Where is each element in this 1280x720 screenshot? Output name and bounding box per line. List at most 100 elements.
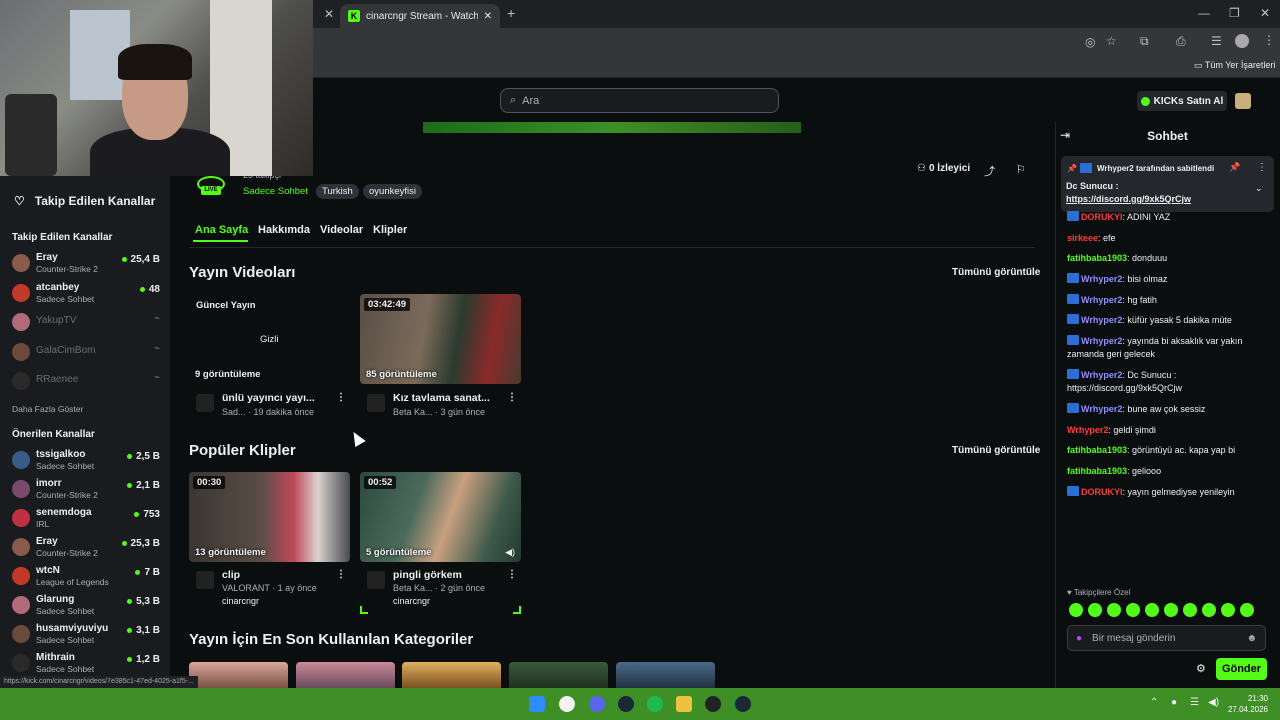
sidebar-channel[interactable]: Mithrain Sadece Sohbet 1,2 B [12, 652, 160, 678]
emote-icon[interactable] [1069, 603, 1083, 617]
steam-icon[interactable] [618, 696, 634, 712]
mic-icon[interactable]: ● [1076, 633, 1082, 644]
chat-username[interactable]: Wrhyper2 [1081, 336, 1122, 346]
sidebar-channel[interactable]: imorr Counter-Strike 2 2,1 B [12, 478, 160, 504]
emote-icon[interactable] [1088, 603, 1102, 617]
sidebar-channel[interactable]: Eray Counter-Strike 2 25,3 B [12, 536, 160, 562]
emote-icon[interactable] [1240, 603, 1254, 617]
emote-icon[interactable] [1183, 603, 1197, 617]
tab-home[interactable]: Ana Sayfa [195, 224, 248, 236]
video-title[interactable]: ünlü yayıncı yayı... [222, 392, 315, 404]
sidebar-title[interactable]: ♡ Takip Edilen Kanallar [14, 194, 155, 208]
profile-avatar[interactable] [1235, 34, 1249, 48]
category-card[interactable] [402, 662, 501, 688]
menu-icon[interactable]: ⋮ [1263, 33, 1275, 47]
eye-off-icon[interactable]: ◎ [1085, 35, 1095, 49]
close-tab-icon[interactable]: ✕ [324, 7, 334, 21]
clock[interactable]: 21:30 27.04.2026 [1228, 693, 1268, 715]
emoji-icon[interactable]: ☻ [1246, 633, 1257, 644]
emote-icon[interactable] [1202, 603, 1216, 617]
chat-username[interactable]: fatihbaba1903 [1067, 253, 1127, 263]
video-title[interactable]: Kız tavlama sanat... [393, 392, 490, 404]
chat-settings-icon[interactable]: ⚙ [1196, 662, 1206, 675]
volume-icon[interactable]: ◀) [505, 547, 515, 558]
emote-icon[interactable] [1145, 603, 1159, 617]
sidebar-channel[interactable]: atcanbey Sadece Sohbet 48 [12, 282, 160, 308]
search-input[interactable]: ⌕ Ara [500, 88, 779, 113]
tag-pill[interactable]: oyunkeyfisi [363, 184, 422, 199]
chat-username[interactable]: sirkeee [1067, 233, 1098, 243]
clip-author[interactable]: cinarcngr [393, 596, 430, 606]
category-link[interactable]: Sadece Sohbet [243, 186, 308, 197]
clip-title[interactable]: pingli görkem [393, 569, 462, 581]
chrome-icon[interactable] [559, 696, 575, 712]
chat-username[interactable]: fatihbaba1903 [1067, 466, 1127, 476]
close-window-icon[interactable]: ✕ [1260, 6, 1270, 20]
print-icon[interactable]: ⎙ [1176, 34, 1186, 49]
sidebar-channel[interactable]: RRaenee ⌁ [12, 370, 160, 396]
chat-username[interactable]: Wrhyper2 [1081, 295, 1122, 305]
share-icon[interactable]: ⤴ [984, 163, 995, 179]
sidebar-channel[interactable]: senemdoga IRL 753 [12, 507, 160, 533]
chat-username[interactable]: Wrhyper2 [1081, 370, 1122, 380]
extensions-icon[interactable]: ⧉ [1140, 34, 1149, 49]
clip-author[interactable]: cinarcngr [222, 596, 259, 606]
more-options-icon[interactable]: ⋮ [336, 392, 346, 403]
tray-network-icon[interactable]: ☰ [1190, 697, 1199, 708]
maximize-icon[interactable]: ❐ [1229, 6, 1240, 20]
tray-mic-icon[interactable]: ● [1171, 697, 1177, 708]
more-options-icon[interactable]: ⋮ [336, 569, 346, 580]
tray-volume-icon[interactable]: ◀) [1208, 697, 1219, 708]
follow-icon[interactable]: ⚐ [1016, 163, 1026, 176]
chat-username[interactable]: Wrhyper2 [1067, 425, 1108, 435]
unpin-icon[interactable]: 📌 [1229, 162, 1240, 173]
media-icon[interactable]: ☰ [1211, 34, 1222, 48]
new-tab-icon[interactable]: + [507, 5, 515, 21]
emote-icon[interactable] [1221, 603, 1235, 617]
spotify-icon[interactable] [647, 696, 663, 712]
emote-icon[interactable] [1164, 603, 1178, 617]
discord-icon[interactable] [589, 696, 605, 712]
tray-chevron-icon[interactable]: ⌃ [1150, 697, 1158, 708]
steam-icon[interactable] [735, 696, 751, 712]
chat-input[interactable]: ● Bir mesaj gönderin ☻ [1067, 625, 1266, 651]
videos-see-all[interactable]: Tümünü görüntüle [952, 267, 1040, 278]
sidebar-channel[interactable]: GalaCimBom ⌁ [12, 341, 160, 367]
clip-title[interactable]: clip [222, 569, 240, 581]
tab-clips[interactable]: Klipler [373, 224, 407, 236]
sidebar-channel[interactable]: Eray Counter-Strike 2 25,4 B [12, 252, 160, 278]
video-card[interactable]: Güncel Yayın Gizli 9 görüntüleme [189, 294, 350, 384]
chat-username[interactable]: DORUKYI [1081, 487, 1123, 497]
chat-username[interactable]: fatihbaba1903 [1067, 445, 1127, 455]
clips-see-all[interactable]: Tümünü görüntüle [952, 445, 1040, 456]
tab-videos[interactable]: Videolar [320, 224, 363, 236]
chat-username[interactable]: Wrhyper2 [1081, 315, 1122, 325]
emote-icon[interactable] [1107, 603, 1121, 617]
tag-pill[interactable]: Turkish [316, 184, 359, 199]
category-card[interactable] [189, 662, 288, 688]
chat-username[interactable]: Wrhyper2 [1081, 274, 1122, 284]
obs-icon[interactable] [705, 696, 721, 712]
pinned-options-icon[interactable]: ⋮ [1257, 162, 1267, 173]
sidebar-channel[interactable]: husamviyuviyu Sadece Sohbet 3,1 B [12, 623, 160, 649]
folder-icon[interactable] [676, 696, 692, 712]
star-icon[interactable]: ☆ [1106, 34, 1117, 48]
user-avatar[interactable] [1235, 93, 1251, 109]
all-bookmarks[interactable]: ▭ Tüm Yer İşaretleri [1194, 60, 1275, 71]
clip-card[interactable]: 00:30 13 görüntüleme [189, 472, 350, 562]
category-card[interactable] [296, 662, 395, 688]
chat-username[interactable]: DORUKYI [1081, 212, 1123, 222]
show-more-link[interactable]: Daha Fazla Göster [12, 404, 83, 414]
category-card[interactable] [509, 662, 608, 688]
sidebar-channel[interactable]: tssigalkoo Sadece Sohbet 2,5 B [12, 449, 160, 475]
pinned-link[interactable]: https://discord.gg/9xk5QrCjw [1066, 194, 1191, 204]
more-options-icon[interactable]: ⋮ [507, 392, 517, 403]
send-button[interactable]: Gönder [1216, 658, 1267, 680]
sidebar-channel[interactable]: wtcN League of Legends 7 B [12, 565, 160, 591]
tab-about[interactable]: Hakkımda [258, 224, 310, 236]
minimize-icon[interactable]: — [1198, 6, 1210, 20]
clip-card[interactable]: 00:52 5 görüntüleme ◀) [360, 472, 521, 562]
emote-icon[interactable] [1126, 603, 1140, 617]
close-tab-icon[interactable]: ✕ [484, 11, 492, 22]
browser-tab-active[interactable]: K cinarcngr Stream - Watch L ✕ [340, 4, 500, 28]
